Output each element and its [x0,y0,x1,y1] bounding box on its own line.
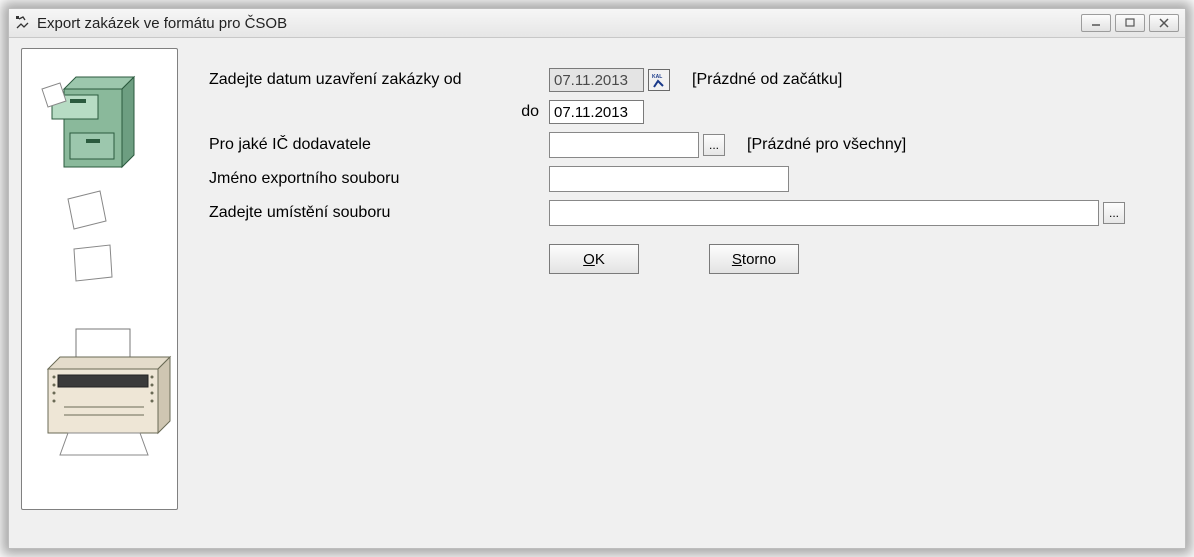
outer-shadow-frame: Export zakázek ve formátu pro ČSOB [0,0,1194,557]
row-date-from: Zadejte datum uzavření zakázky od KAL [P… [209,68,1165,92]
row-date-to: do [209,100,1165,124]
path-browse-button[interactable]: ... [1103,202,1125,224]
date-from-input[interactable] [549,68,644,92]
path-input[interactable] [549,200,1099,226]
label-date-from: Zadejte datum uzavření zakázky od [209,71,549,89]
row-filename: Jméno exportního souboru [209,166,1165,192]
ok-button[interactable]: OK [549,244,639,274]
row-ic: Pro jaké IČ dodavatele ... [Prázdné pro … [209,132,1165,158]
sidebar-illustration [21,48,178,510]
date-to-input[interactable] [549,100,644,124]
dialog-window: Export zakázek ve formátu pro ČSOB [8,8,1186,549]
svg-text:KAL: KAL [652,74,662,80]
client-area: Zadejte datum uzavření zakázky od KAL [P… [9,38,1185,548]
label-ic: Pro jaké IČ dodavatele [209,136,549,154]
app-icon [15,15,31,31]
minimize-button[interactable] [1081,14,1111,32]
dialog-button-row: OK Storno [549,244,1165,274]
label-filename: Jméno exportního souboru [209,170,549,188]
window-buttons [1081,14,1179,32]
date-from-hint: [Prázdné od začátku] [692,71,842,89]
calendar-button[interactable]: KAL [648,69,670,91]
ic-browse-button[interactable]: ... [703,134,725,156]
form-area: Zadejte datum uzavření zakázky od KAL [P… [189,38,1185,548]
ic-hint: [Prázdné pro všechny] [747,136,906,154]
close-button[interactable] [1149,14,1179,32]
filename-input[interactable] [549,166,789,192]
label-path: Zadejte umístění souboru [209,204,549,222]
window-title: Export zakázek ve formátu pro ČSOB [37,15,1081,32]
titlebar: Export zakázek ve formátu pro ČSOB [9,9,1185,38]
row-path: Zadejte umístění souboru ... [209,200,1165,226]
label-date-to: do [209,103,549,121]
maximize-button[interactable] [1115,14,1145,32]
sidebar [9,38,189,548]
ic-input[interactable] [549,132,699,158]
cancel-button[interactable]: Storno [709,244,799,274]
